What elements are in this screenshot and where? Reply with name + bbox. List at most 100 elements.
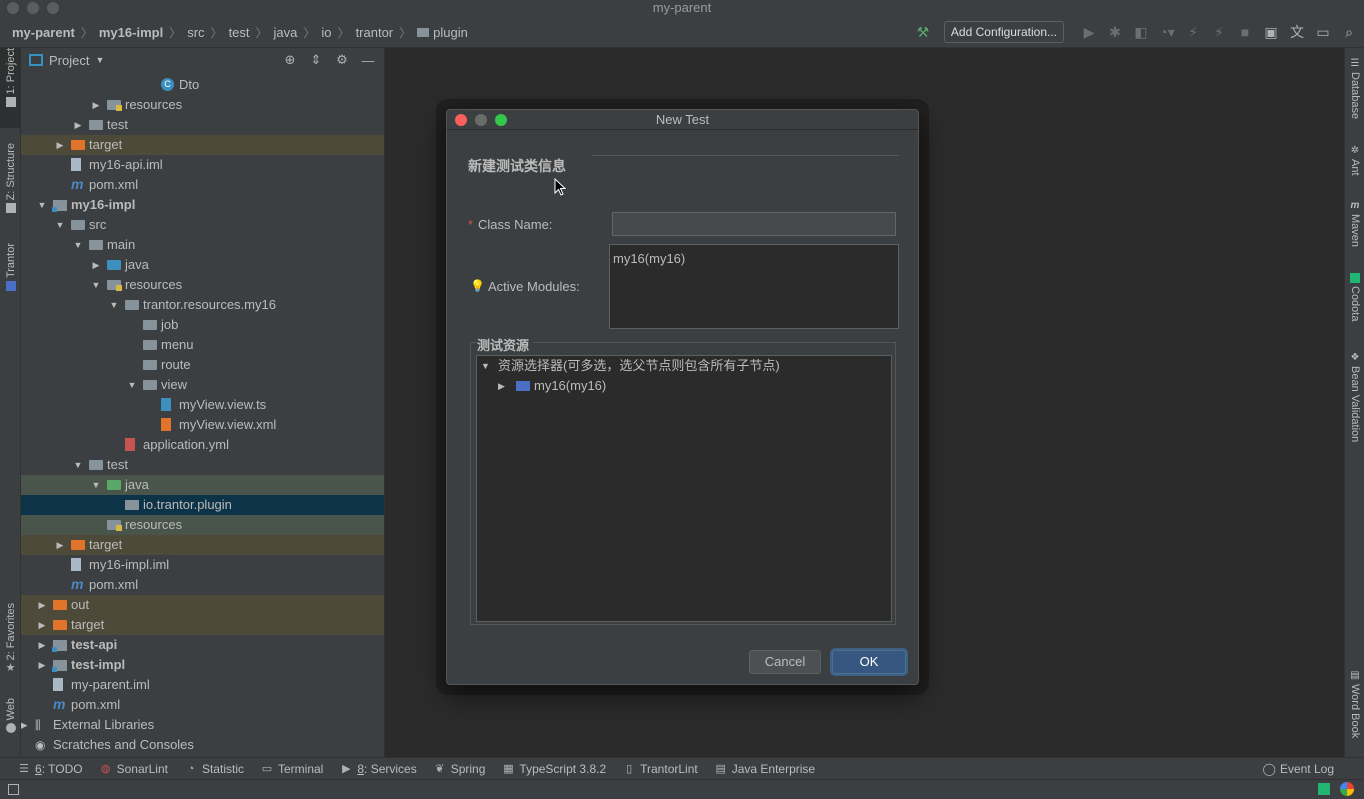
tree-row[interactable]: job bbox=[21, 315, 384, 335]
chevron-right-icon[interactable]: ▶ bbox=[73, 115, 83, 135]
chevron-down-icon[interactable]: ▼ bbox=[481, 356, 490, 376]
chevron-right-icon[interactable]: ▶ bbox=[91, 255, 101, 275]
tree-row[interactable]: ◉ Scratches and Consoles bbox=[21, 735, 384, 755]
tree-row[interactable]: ▶ ⫼ External Libraries bbox=[21, 715, 384, 735]
bottom-tab[interactable]: ▭ Terminal bbox=[261, 762, 324, 776]
tree-row[interactable]: my-parent.iml bbox=[21, 675, 384, 695]
breadcrumb-item[interactable]: src bbox=[187, 25, 204, 40]
event-log-button[interactable]: ◯ Event Log bbox=[1263, 758, 1334, 780]
chevron-down-icon[interactable]: ▼ bbox=[73, 455, 83, 475]
tree-row[interactable]: ▼ resources bbox=[21, 275, 384, 295]
dialog-close-button[interactable] bbox=[455, 114, 467, 126]
bottom-tab[interactable]: ◔ Statistic bbox=[185, 762, 244, 776]
chevron-down-icon[interactable]: ▼ bbox=[55, 215, 65, 235]
tree-row[interactable]: ▶ target bbox=[21, 535, 384, 555]
add-configuration-button[interactable]: Add Configuration... bbox=[943, 21, 1064, 43]
chevron-down-icon[interactable]: ▼ bbox=[109, 295, 119, 315]
chevron-right-icon[interactable]: ▶ bbox=[21, 715, 29, 735]
chevron-down-icon[interactable]: ▼ bbox=[127, 375, 137, 395]
tree-row[interactable]: m pom.xml bbox=[21, 175, 384, 195]
tree-row[interactable]: ▶ java bbox=[21, 255, 384, 275]
tab-maven[interactable]: m Maven bbox=[1345, 198, 1364, 248]
project-structure-icon[interactable]: ▣ bbox=[1260, 21, 1282, 43]
chevron-right-icon[interactable]: ▶ bbox=[37, 635, 47, 655]
chevron-right-icon[interactable]: ▶ bbox=[91, 95, 101, 115]
tab-ant[interactable]: ✲ Ant bbox=[1345, 143, 1364, 176]
tree-row[interactable]: ▶ target bbox=[21, 615, 384, 635]
breadcrumb-item[interactable]: trantor bbox=[356, 25, 394, 40]
breadcrumb-item[interactable]: my16-impl bbox=[99, 25, 163, 40]
bottom-tab[interactable]: ❦ Spring bbox=[434, 762, 485, 776]
tab-database[interactable]: ☰ Database bbox=[1345, 56, 1364, 120]
chevron-right-icon[interactable]: ▶ bbox=[37, 615, 47, 635]
tree-node-module[interactable]: ▶ my16(my16) bbox=[477, 376, 891, 396]
debug-icon[interactable]: ✱ bbox=[1104, 21, 1126, 43]
tree-node-root[interactable]: ▼ 资源选择器(可多选，选父节点则包含所有子节点) bbox=[477, 356, 891, 376]
breadcrumb-item[interactable]: plugin bbox=[433, 25, 468, 40]
tree-row[interactable]: C Dto bbox=[21, 75, 384, 95]
tab-project[interactable]: 1: Project bbox=[0, 48, 21, 128]
tree-row[interactable]: resources bbox=[21, 515, 384, 535]
collapse-all-icon[interactable]: ⇕ bbox=[306, 52, 326, 68]
tree-row[interactable]: ▶ test bbox=[21, 115, 384, 135]
bottom-tab[interactable]: ▯ TrantorLint bbox=[623, 762, 698, 776]
breadcrumb-item[interactable]: io bbox=[321, 25, 331, 40]
tree-row[interactable]: ▼ src bbox=[21, 215, 384, 235]
profile-icon[interactable]: ◔▾ bbox=[1156, 21, 1178, 43]
tree-row[interactable]: ▶ test-impl bbox=[21, 655, 384, 675]
chevron-right-icon[interactable]: ▶ bbox=[37, 595, 47, 615]
tree-row[interactable]: ▶ test-api bbox=[21, 635, 384, 655]
tab-word-book[interactable]: ▤ Word Book bbox=[1345, 668, 1364, 739]
bottom-tab[interactable]: ▶ 8: Services bbox=[340, 762, 417, 776]
chevron-down-icon[interactable]: ▼ bbox=[37, 195, 47, 215]
chevron-down-icon[interactable]: ▼ bbox=[91, 275, 101, 295]
chevron-down-icon[interactable]: ▼ bbox=[91, 475, 101, 495]
tree-row[interactable]: ▼ trantor.resources.my16 bbox=[21, 295, 384, 315]
tree-row[interactable]: ▶ out bbox=[21, 595, 384, 615]
cancel-button[interactable]: Cancel bbox=[749, 650, 821, 674]
search-icon[interactable]: ⌕ bbox=[1338, 21, 1360, 43]
tree-row[interactable]: ▶ resources bbox=[21, 95, 384, 115]
tab-codota[interactable]: Codota bbox=[1345, 270, 1364, 321]
build-hammer-icon[interactable]: ⚒ bbox=[912, 21, 934, 43]
chevron-right-icon[interactable]: ▶ bbox=[498, 376, 505, 396]
locate-icon[interactable]: ⊕ bbox=[280, 52, 300, 68]
tree-row[interactable]: myView.view.xml bbox=[21, 415, 384, 435]
tree-row[interactable]: m pom.xml bbox=[21, 695, 384, 715]
tool-windows-toggle-icon[interactable] bbox=[8, 784, 19, 795]
tab-trantor[interactable]: Trantor bbox=[0, 243, 21, 308]
breadcrumb-item[interactable]: test bbox=[229, 25, 250, 40]
bottom-tab[interactable]: ◍ SonarLint bbox=[100, 762, 168, 776]
tree-row[interactable]: io.trantor.plugin bbox=[21, 495, 384, 515]
chevron-right-icon[interactable]: ▶ bbox=[55, 535, 65, 555]
tree-row[interactable]: ▼ main bbox=[21, 235, 384, 255]
stop-icon[interactable]: ■ bbox=[1234, 21, 1256, 43]
tree-row[interactable]: ▼ test bbox=[21, 455, 384, 475]
layout-icon[interactable]: ▭ bbox=[1312, 21, 1334, 43]
hide-panel-icon[interactable]: — bbox=[358, 53, 378, 68]
tree-row[interactable]: ▼ my16-impl bbox=[21, 195, 384, 215]
tree-row[interactable]: ▶ target bbox=[21, 135, 384, 155]
run-icon[interactable]: ▶ bbox=[1078, 21, 1100, 43]
bottom-tab[interactable]: ▤ Java Enterprise bbox=[715, 762, 816, 776]
chevron-right-icon[interactable]: ▶ bbox=[37, 655, 47, 675]
tab-web[interactable]: Web bbox=[0, 698, 21, 748]
tree-row[interactable]: myView.view.ts bbox=[21, 395, 384, 415]
coverage-icon[interactable]: ◧ bbox=[1130, 21, 1152, 43]
breadcrumb-item[interactable]: java bbox=[274, 25, 298, 40]
tab-favorites[interactable]: 2: Favorites ★ bbox=[0, 603, 21, 693]
active-modules-field[interactable]: my16(my16) bbox=[609, 244, 899, 329]
codota-status-icon[interactable] bbox=[1318, 783, 1330, 795]
breadcrumb-item[interactable]: my-parent bbox=[12, 25, 75, 40]
tree-row[interactable]: ▼ view bbox=[21, 375, 384, 395]
tree-row[interactable]: route bbox=[21, 355, 384, 375]
bottom-tab[interactable]: ▦ TypeScript 3.8.2 bbox=[502, 762, 606, 776]
gear-icon[interactable]: ⚙ bbox=[332, 52, 352, 68]
build-icon[interactable]: ⚡ bbox=[1182, 21, 1204, 43]
chevron-down-icon[interactable]: ▼ bbox=[95, 55, 104, 65]
tab-bean-validation[interactable]: ❖ Bean Validation bbox=[1345, 350, 1364, 443]
tree-row[interactable]: application.yml bbox=[21, 435, 384, 455]
tree-row[interactable]: menu bbox=[21, 335, 384, 355]
tree-row[interactable]: m pom.xml bbox=[21, 575, 384, 595]
chevron-down-icon[interactable]: ▼ bbox=[73, 235, 83, 255]
